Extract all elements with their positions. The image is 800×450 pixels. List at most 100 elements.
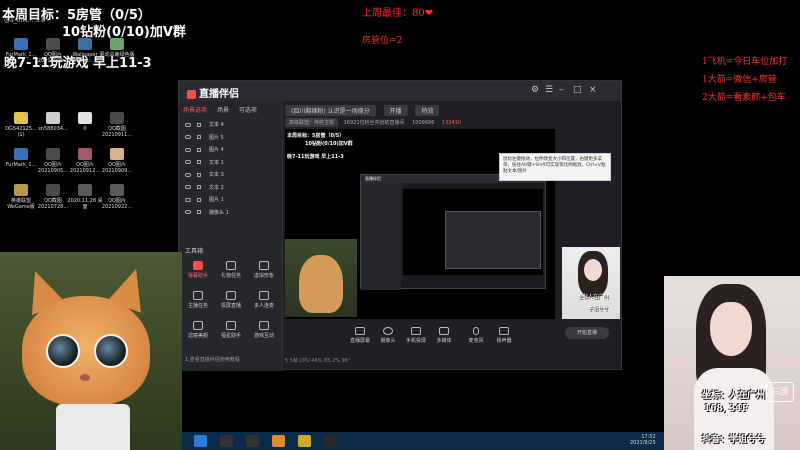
eye-icon[interactable] — [185, 172, 191, 177]
speaker-button[interactable]: 扬声器 — [489, 327, 519, 344]
k-app-icon[interactable] — [194, 435, 207, 447]
app-title: 直播伴侣 — [199, 89, 239, 100]
start-live-button[interactable]: 开始直播 — [565, 327, 609, 339]
taskbar: 17:52 2021/9/25 — [182, 432, 664, 450]
fans-count: 1009686 — [412, 120, 435, 126]
file-icon — [78, 112, 92, 124]
tool-button[interactable]: 滤镜美颜 — [183, 321, 213, 339]
lock-icon[interactable] — [197, 160, 201, 164]
clock-date: 2021/9/25 — [630, 440, 656, 446]
tool-button[interactable]: 多人连麦 — [249, 291, 279, 309]
tool-icon — [193, 261, 203, 270]
layer-item[interactable]: 文本 3 — [185, 171, 224, 178]
girl-stats: 168, 34F — [704, 404, 748, 414]
orange-app-icon[interactable] — [272, 435, 285, 447]
media-button[interactable]: 多媒体 — [429, 327, 459, 344]
right-note-3: 2大箭=看素颜+包车 — [702, 93, 786, 103]
lock-icon[interactable] — [197, 147, 201, 152]
desktop-icon[interactable]: QQ图片20210909... — [98, 148, 136, 174]
layer-item[interactable]: 文本 4 — [185, 121, 224, 128]
file-icon — [14, 112, 28, 124]
close-icon[interactable]: × — [589, 85, 597, 95]
girl-webcam: 坐标：人在广州 168, 34F 三国 抖音：学姐兮兮 — [664, 276, 800, 450]
tool-label: 游戏互动 — [253, 333, 274, 339]
tool-button[interactable]: 游戏互动 — [249, 321, 279, 339]
heat-count: 132410 — [442, 120, 462, 126]
tool-label: 主播任务 — [187, 303, 208, 309]
tool-button[interactable]: 主播任务 — [183, 291, 213, 309]
small-girl-line-2: 学姐兮兮 — [588, 306, 609, 312]
eye-icon[interactable] — [185, 147, 191, 152]
girl-badge: 三国 — [766, 382, 794, 402]
microphone-button[interactable]: 麦克风 — [461, 327, 491, 344]
layer-item[interactable]: 文本 2 — [185, 184, 224, 191]
tool-button[interactable]: 福星助手 — [216, 321, 246, 339]
eye-icon[interactable] — [185, 135, 191, 139]
start-button-top[interactable]: 开播 — [383, 105, 408, 116]
league-pill[interactable]: 高级联盟：传统主题 — [285, 118, 339, 127]
obs-app-2-icon[interactable] — [246, 435, 259, 447]
tool-button[interactable]: 虚拟形象 — [249, 261, 279, 279]
tutorial-link[interactable]: 1.查看直播伴侣使用教程 — [185, 356, 240, 363]
obs-app-icon[interactable] — [220, 435, 233, 447]
layer-item[interactable]: 图片 4 — [185, 146, 224, 153]
tool-label: 投屏直播 — [220, 303, 241, 309]
preview-goal-1: 本周目标：5房管（0/5） — [287, 133, 345, 139]
desktop-icon[interactable]: 驱动总裁绿色版 — [98, 38, 136, 58]
girl-douyin: 抖音：学姐兮兮 — [702, 435, 766, 445]
eye-icon[interactable] — [185, 185, 191, 189]
layer-item[interactable]: 图片 5 — [185, 134, 224, 141]
room-title-pill[interactable]: (四川酸辣粉) 认识是一场缘分 — [285, 105, 376, 116]
layer-item[interactable]: 文本 1 — [185, 159, 224, 166]
maximize-icon[interactable]: □ — [573, 85, 582, 95]
camera-button[interactable]: 摄像头 — [373, 327, 403, 344]
desktop-icon[interactable]: QQ截图20210911... — [98, 112, 136, 138]
lock-icon[interactable] — [197, 172, 201, 177]
preview-cat-webcam — [285, 239, 357, 317]
settings-icon[interactable]: ⚙ — [531, 85, 539, 95]
cat-shirt — [56, 404, 130, 450]
speaker-icon — [499, 327, 509, 335]
small-girl-webcam: 坐标人在广州 学姐兮兮 — [562, 247, 620, 319]
eye-icon[interactable] — [185, 122, 191, 127]
desktop-icon-label: QQ图片20210909... — [101, 162, 133, 174]
tool-button[interactable]: 弹幕助手 — [183, 261, 213, 279]
tool-button[interactable]: 投屏直播 — [216, 291, 246, 309]
tab-scene[interactable]: 场景 — [217, 107, 229, 114]
layer-item[interactable]: 图片 1 — [185, 196, 224, 203]
lock-icon[interactable] — [197, 197, 201, 202]
last-week-best: 上周最佳：80❤ — [362, 8, 434, 19]
tool-button[interactable]: 礼物任务 — [216, 261, 246, 279]
cat-nose — [80, 374, 90, 381]
tab-scene-options[interactable]: 场景选项 — [183, 107, 207, 114]
lock-icon[interactable] — [197, 122, 201, 127]
taskbar-clock[interactable]: 17:52 2021/9/25 — [630, 434, 656, 446]
lock-icon[interactable] — [197, 210, 201, 214]
preview-goal-3: 晚7-11玩游戏 早上11-3 — [287, 154, 344, 160]
eye-icon[interactable] — [185, 197, 191, 202]
cat-head — [22, 296, 150, 406]
tab-optional[interactable]: 可选项 — [239, 107, 257, 114]
lock-icon[interactable] — [197, 135, 201, 139]
eye-icon[interactable] — [185, 210, 191, 214]
tool-label: 礼物任务 — [220, 273, 241, 279]
effects-button[interactable]: 特效 — [415, 105, 440, 116]
lock-icon[interactable] — [197, 185, 201, 189]
eye-icon[interactable] — [185, 160, 191, 164]
live-companion-window: 直播伴侣 ⚙ ☰ – □ × 场景选项 场景 可选项 文本 4 图片 5 图片 4 文… — [178, 80, 622, 371]
layer-label: 文本 2 — [209, 184, 224, 191]
bilibili-app-icon[interactable] — [298, 435, 311, 447]
menu-icon[interactable]: ☰ — [545, 85, 553, 95]
file-icon — [46, 38, 60, 50]
desktop-icon[interactable]: QQ图片20210922... — [98, 184, 136, 210]
layer-label: 文本 4 — [209, 122, 224, 128]
file-icon — [110, 148, 124, 160]
minimize-icon[interactable]: – — [559, 85, 564, 95]
top-toolbar: (四川酸辣粉) 认识是一场缘分 开播 特效 — [285, 105, 445, 116]
nested-preview-window: 直播伴侣 — [360, 174, 546, 290]
layer-item[interactable]: 摄像头 1 — [185, 209, 229, 216]
screen-capture-button[interactable]: 直播屏幕 — [345, 327, 375, 344]
file-icon — [14, 148, 28, 160]
lol-app-icon[interactable] — [324, 435, 337, 447]
phone-cast-button[interactable]: 手机投屏 — [401, 327, 431, 344]
